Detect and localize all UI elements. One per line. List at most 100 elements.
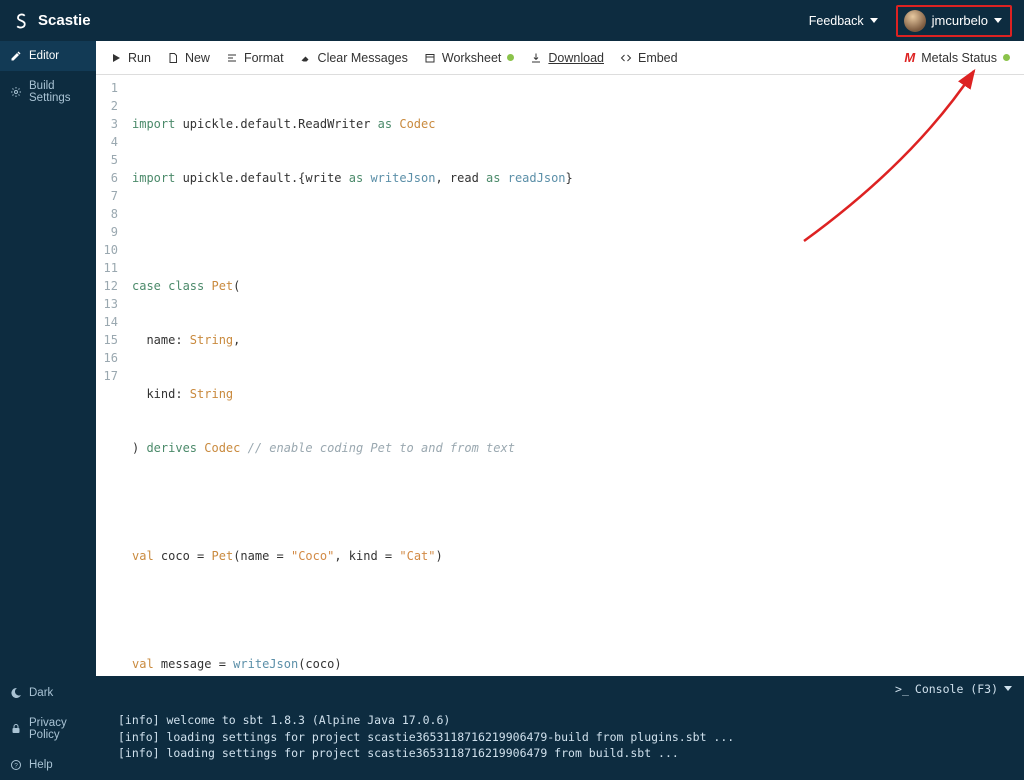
console-line: [info] welcome to sbt 1.8.3 (Alpine Java… (118, 712, 1002, 729)
token: import (132, 171, 183, 185)
metals-status[interactable]: M Metals Status (904, 50, 1010, 65)
sidebar-item-label: Dark (29, 687, 53, 699)
line-number: 11 (96, 259, 118, 277)
token: name: (132, 333, 190, 347)
toolbar-label: Clear Messages (318, 51, 408, 65)
token: writeJson (370, 171, 435, 185)
line-number: 17 (96, 367, 118, 385)
sidebar-item-editor[interactable]: Editor (0, 41, 96, 71)
line-number: 4 (96, 133, 118, 151)
token: } (566, 171, 573, 185)
line-number: 14 (96, 313, 118, 331)
token: upickle.default.{write (183, 171, 349, 185)
console-output[interactable]: [info] welcome to sbt 1.8.3 (Alpine Java… (96, 702, 1024, 780)
main: Editor Build Settings Dark Privacy Polic… (0, 41, 1024, 780)
app-name: Scastie (38, 12, 91, 29)
token: ( (233, 279, 240, 293)
console-toggle[interactable]: >_ Console (F3) (96, 676, 1024, 702)
logo-icon (12, 12, 30, 30)
line-number: 16 (96, 349, 118, 367)
line-number: 2 (96, 97, 118, 115)
token: (name = (233, 549, 291, 563)
line-number: 5 (96, 151, 118, 169)
line-number: 6 (96, 169, 118, 187)
token: derives (146, 441, 204, 455)
sidebar-item-label: Editor (29, 50, 59, 62)
metals-icon: M (904, 50, 915, 65)
align-icon (226, 52, 238, 64)
token: = (211, 657, 233, 671)
line-number: 3 (96, 115, 118, 133)
sidebar-item-build-settings[interactable]: Build Settings (0, 71, 96, 113)
header-right: Feedback jmcurbelo (795, 5, 1012, 37)
token: import (132, 117, 183, 131)
clear-messages-button[interactable]: Clear Messages (300, 51, 408, 65)
token: coco (161, 549, 190, 563)
toolbar-label: Metals Status (921, 51, 997, 65)
token: , kind = (334, 549, 399, 563)
format-button[interactable]: Format (226, 51, 284, 65)
run-button[interactable]: Run (110, 51, 151, 65)
token: message (161, 657, 212, 671)
file-icon (167, 52, 179, 64)
worksheet-toggle[interactable]: Worksheet (424, 51, 515, 65)
sidebar-item-privacy[interactable]: Privacy Policy (0, 708, 96, 750)
token: Codec (204, 441, 247, 455)
sidebar-item-label: Privacy Policy (29, 717, 86, 741)
username: jmcurbelo (932, 13, 988, 28)
line-number: 10 (96, 241, 118, 259)
new-button[interactable]: New (167, 51, 210, 65)
toolbar-label: Run (128, 51, 151, 65)
sidebar: Editor Build Settings Dark Privacy Polic… (0, 41, 96, 780)
toolbar-label: New (185, 51, 210, 65)
toolbar-label: Worksheet (442, 51, 502, 65)
token: "Cat" (399, 549, 435, 563)
token: , read (435, 171, 486, 185)
line-number: 7 (96, 187, 118, 205)
embed-button[interactable]: Embed (620, 51, 678, 65)
token: as (349, 171, 371, 185)
caret-down-icon (1004, 686, 1012, 691)
code-icon (620, 52, 632, 64)
token: as (378, 117, 400, 131)
caret-down-icon (994, 18, 1002, 23)
download-button[interactable]: Download (530, 51, 604, 65)
feedback-label: Feedback (809, 14, 864, 28)
line-number: 9 (96, 223, 118, 241)
token: ) (132, 441, 146, 455)
token: kind: (132, 387, 190, 401)
token: writeJson (233, 657, 298, 671)
token: String (190, 387, 233, 401)
token: ) (436, 549, 443, 563)
line-number: 13 (96, 295, 118, 313)
code-editor[interactable]: 1234567891011121314151617 import upickle… (96, 75, 1024, 676)
status-dot-icon (1003, 54, 1010, 61)
status-dot-icon (507, 54, 514, 61)
console-line: [info] loading settings for project scas… (118, 729, 1002, 746)
code-area[interactable]: import upickle.default.ReadWriter as Cod… (124, 75, 581, 676)
line-gutter: 1234567891011121314151617 (96, 75, 124, 676)
toolbar-label: Format (244, 51, 284, 65)
token: (coco) (298, 657, 341, 671)
token: upickle.default.ReadWriter (183, 117, 378, 131)
play-icon (110, 52, 122, 64)
token: Codec (399, 117, 435, 131)
console-line: [info] loading settings for project scas… (118, 745, 1002, 762)
sidebar-item-help[interactable]: ? Help (0, 750, 96, 780)
token: // enable coding Pet to and from text (248, 441, 515, 455)
token: readJson (508, 171, 566, 185)
moon-icon (10, 687, 22, 699)
download-icon (530, 52, 542, 64)
avatar (904, 10, 926, 32)
token: Pet (212, 549, 234, 563)
sidebar-item-dark[interactable]: Dark (0, 678, 96, 708)
toolbar-label: Embed (638, 51, 678, 65)
line-number: 12 (96, 277, 118, 295)
token: case class (132, 279, 211, 293)
user-menu[interactable]: jmcurbelo (896, 5, 1012, 37)
lock-icon (10, 723, 22, 735)
line-number: 8 (96, 205, 118, 223)
token: String (190, 333, 233, 347)
feedback-link[interactable]: Feedback (795, 10, 886, 32)
app-brand[interactable]: Scastie (12, 12, 91, 30)
